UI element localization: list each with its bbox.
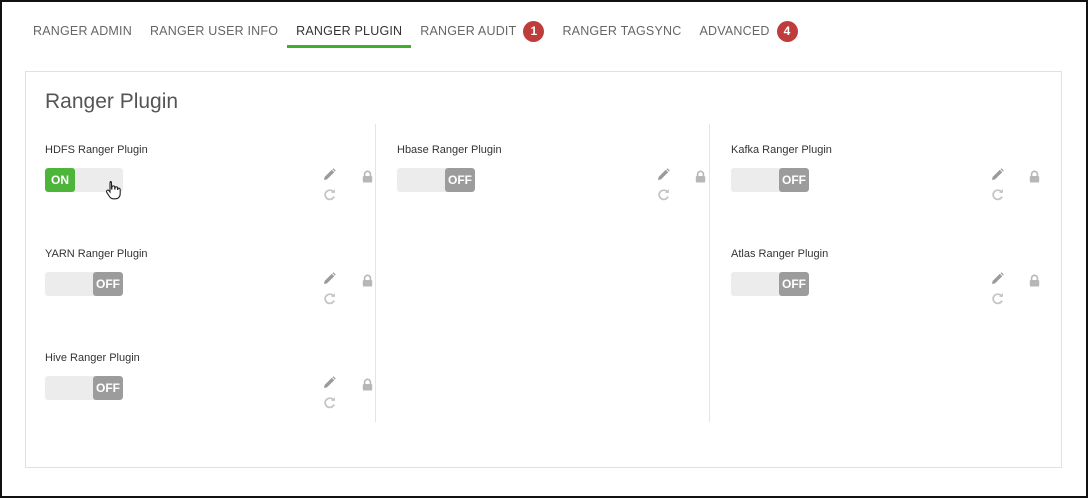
- tab-label: RANGER AUDIT: [420, 24, 517, 38]
- tab-ranger-admin[interactable]: RANGER ADMIN: [24, 14, 141, 48]
- plugin-label: HDFS Ranger Plugin: [45, 144, 148, 156]
- tab-badge: 1: [523, 20, 545, 42]
- pencil-icon[interactable]: [323, 376, 336, 389]
- kafka-plugin-toggle[interactable]: OFF: [731, 168, 809, 192]
- panel-title: Ranger Plugin: [45, 90, 179, 113]
- plugin-hbase: Hbase Ranger Plugin OFF: [397, 144, 717, 224]
- lock-icon: [361, 170, 374, 183]
- hand-pointer-icon: [105, 180, 121, 200]
- yarn-plugin-toggle[interactable]: OFF: [45, 272, 123, 296]
- ranger-plugin-panel: Ranger Plugin HDFS Ranger Plugin ON YARN…: [25, 71, 1062, 468]
- plugin-label: Atlas Ranger Plugin: [731, 248, 829, 260]
- plugin-atlas: Atlas Ranger Plugin OFF: [731, 248, 1051, 328]
- toggle-state: ON: [45, 168, 75, 192]
- hive-plugin-toggle[interactable]: OFF: [45, 376, 123, 400]
- tab-label: RANGER USER INFO: [149, 24, 279, 38]
- tab-ranger-tagsync[interactable]: RANGER TAGSYNC: [553, 14, 690, 48]
- refresh-icon[interactable]: [323, 396, 336, 409]
- lock-icon: [361, 274, 374, 287]
- plugin-yarn: YARN Ranger Plugin OFF: [45, 248, 373, 328]
- lock-icon: [361, 378, 374, 391]
- refresh-icon[interactable]: [657, 188, 670, 201]
- pencil-icon[interactable]: [323, 168, 336, 181]
- tab-label: RANGER ADMIN: [33, 24, 132, 38]
- tab-label: ADVANCED: [699, 24, 770, 38]
- lock-icon: [1028, 170, 1041, 183]
- pencil-icon[interactable]: [323, 272, 336, 285]
- pencil-icon[interactable]: [991, 272, 1004, 285]
- atlas-plugin-toggle[interactable]: OFF: [731, 272, 809, 296]
- plugin-label: YARN Ranger Plugin: [45, 248, 148, 260]
- tab-bar: RANGER ADMIN RANGER USER INFO RANGER PLU…: [24, 14, 807, 48]
- column-divider: [375, 124, 376, 422]
- refresh-icon[interactable]: [323, 292, 336, 305]
- plugin-label: Hive Ranger Plugin: [45, 352, 140, 364]
- plugin-hdfs: HDFS Ranger Plugin ON: [45, 144, 373, 224]
- refresh-icon[interactable]: [991, 292, 1004, 305]
- lock-icon: [694, 170, 707, 183]
- tab-label: RANGER TAGSYNC: [562, 24, 682, 38]
- hbase-plugin-toggle[interactable]: OFF: [397, 168, 475, 192]
- pencil-icon[interactable]: [657, 168, 670, 181]
- toggle-state: OFF: [93, 376, 123, 400]
- plugin-label: Hbase Ranger Plugin: [397, 144, 502, 156]
- tab-advanced[interactable]: ADVANCED 4: [690, 14, 806, 48]
- lock-icon: [1028, 274, 1041, 287]
- tab-label: RANGER PLUGIN: [296, 24, 403, 38]
- toggle-state: OFF: [779, 168, 809, 192]
- tab-ranger-audit[interactable]: RANGER AUDIT 1: [411, 14, 553, 48]
- toggle-state: OFF: [779, 272, 809, 296]
- toggle-state: OFF: [93, 272, 123, 296]
- plugin-kafka: Kafka Ranger Plugin OFF: [731, 144, 1051, 224]
- plugin-label: Kafka Ranger Plugin: [731, 144, 832, 156]
- tab-ranger-plugin[interactable]: RANGER PLUGIN: [287, 14, 412, 48]
- refresh-icon[interactable]: [323, 188, 336, 201]
- toggle-state: OFF: [445, 168, 475, 192]
- refresh-icon[interactable]: [991, 188, 1004, 201]
- tab-ranger-user-info[interactable]: RANGER USER INFO: [141, 14, 287, 48]
- pencil-icon[interactable]: [991, 168, 1004, 181]
- tab-badge: 4: [776, 20, 798, 42]
- plugin-hive: Hive Ranger Plugin OFF: [45, 352, 373, 432]
